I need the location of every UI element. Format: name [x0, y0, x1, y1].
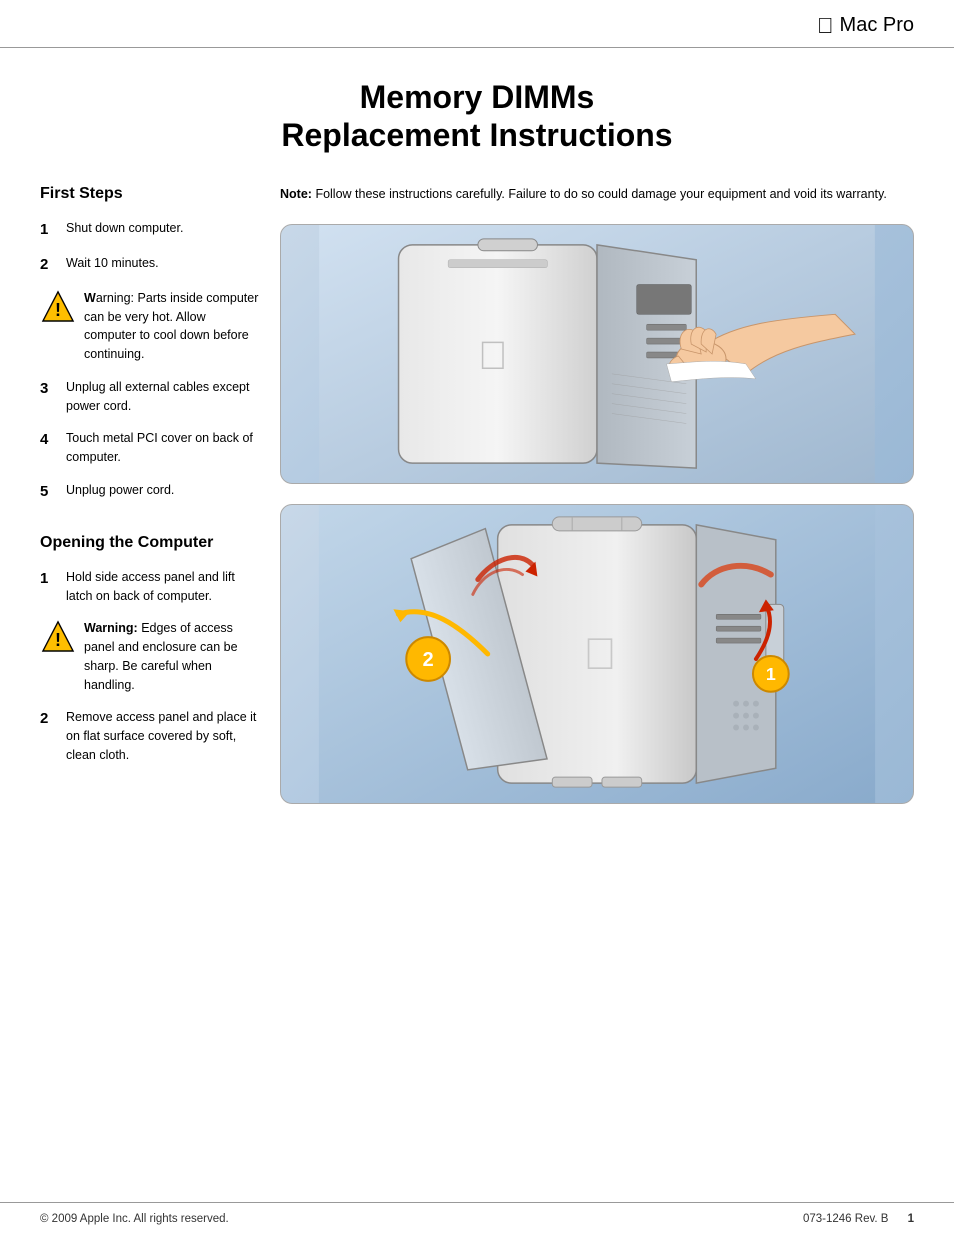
page:  Mac Pro Memory DIMMs Replacement Instr… [0, 0, 954, 1235]
opening-step-text-1: Hold side access panel and lift latch on… [66, 568, 260, 606]
step-text-1: Shut down computer. [66, 219, 183, 238]
footer-copyright: © 2009 Apple Inc. All rights reserved. [40, 1213, 229, 1225]
note-label: Note: [280, 187, 312, 201]
warning-2: ! Warning: Edges of access panel and enc… [40, 619, 260, 694]
svg-text:1: 1 [766, 663, 776, 683]
footer: © 2009 Apple Inc. All rights reserved. 0… [0, 1202, 954, 1235]
step-num-5: 5 [40, 481, 58, 502]
opening-step-text-2: Remove access panel and place it on flat… [66, 708, 260, 764]
note-box: Note: Follow these instructions carefull… [280, 185, 914, 204]
left-column: First Steps 1 Shut down computer. 2 Wait… [40, 185, 280, 824]
header:  Mac Pro [0, 0, 954, 48]
step-text-4: Touch metal PCI cover on back of compute… [66, 429, 260, 467]
footer-right: 073-1246 Rev. B 1 [803, 1213, 914, 1225]
step-1: 1 Shut down computer. [40, 219, 260, 240]
step-4: 4 Touch metal PCI cover on back of compu… [40, 429, 260, 467]
opening-step-num-2: 2 [40, 708, 58, 729]
step-num-2: 2 [40, 254, 58, 275]
warning-text-1: Warning: Parts inside computer can be ve… [84, 289, 260, 364]
step-num-3: 3 [40, 378, 58, 399]
footer-page: 1 [908, 1213, 914, 1225]
warning-1: ! Warning: Parts inside computer can be … [40, 289, 260, 364]
step-text-2: Wait 10 minutes. [66, 254, 159, 273]
opening-section: Opening the Computer 1 Hold side access … [40, 534, 260, 765]
warning-icon-1: ! [40, 289, 76, 325]
illustration-2-svg:  1 [281, 505, 913, 803]
opening-step-2: 2 Remove access panel and place it on fl… [40, 708, 260, 764]
step-num-4: 4 [40, 429, 58, 450]
step-text-3: Unplug all external cables except power … [66, 378, 260, 416]
svg-text::  [478, 333, 508, 377]
opening-step-num-1: 1 [40, 568, 58, 589]
right-column: Note: Follow these instructions carefull… [280, 185, 914, 824]
footer-doc-num: 073-1246 Rev. B [803, 1213, 888, 1225]
apple-logo-icon:  [817, 15, 834, 37]
step-num-1: 1 [40, 219, 58, 240]
step-3: 3 Unplug all external cables except powe… [40, 378, 260, 416]
opening-title: Opening the Computer [40, 534, 260, 552]
main-content: Memory DIMMs Replacement Instructions Fi… [0, 48, 954, 854]
illustration-2:  1 [280, 504, 914, 804]
content-layout: First Steps 1 Shut down computer. 2 Wait… [40, 185, 914, 824]
svg-text:!: ! [55, 300, 61, 320]
warning-label-1: W [84, 291, 96, 305]
illustration-1-svg:  [281, 225, 913, 483]
doc-title: Memory DIMMs Replacement Instructions [40, 78, 914, 155]
svg-text:!: ! [55, 630, 61, 650]
brand-name: Mac Pro [840, 14, 914, 37]
illustration-1:  [280, 224, 914, 484]
title: Memory DIMMs Replacement Instructions [40, 78, 914, 155]
step-5: 5 Unplug power cord. [40, 481, 260, 502]
brand:  Mac Pro [817, 14, 914, 37]
warning-text-2: Warning: Edges of access panel and enclo… [84, 619, 260, 694]
first-steps-section: First Steps 1 Shut down computer. 2 Wait… [40, 185, 260, 502]
note-text: Follow these instructions carefully. Fai… [315, 187, 886, 201]
warning-icon-2: ! [40, 619, 76, 655]
step-text-5: Unplug power cord. [66, 481, 174, 500]
svg-text:2: 2 [423, 648, 434, 670]
svg-text::  [583, 629, 617, 678]
first-steps-title: First Steps [40, 185, 260, 203]
step-2: 2 Wait 10 minutes. [40, 254, 260, 275]
warning-label-2: Warning: [84, 621, 138, 635]
opening-step-1: 1 Hold side access panel and lift latch … [40, 568, 260, 606]
